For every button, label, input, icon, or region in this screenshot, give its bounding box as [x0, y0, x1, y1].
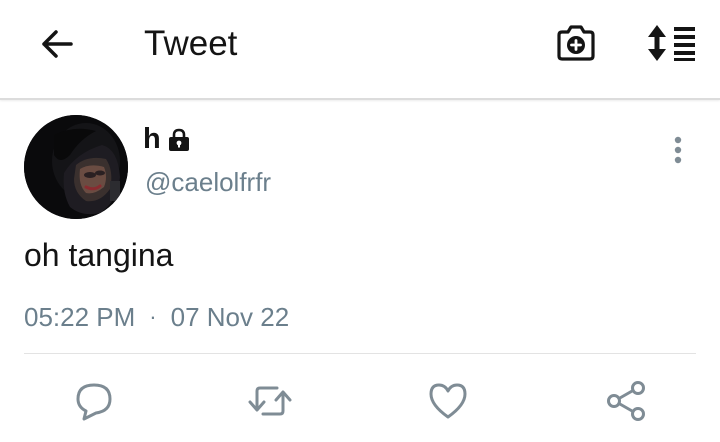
reply-button[interactable] [70, 378, 118, 424]
vertical-ellipsis-icon [674, 136, 682, 164]
retweet-button[interactable] [246, 378, 294, 424]
heart-icon [429, 383, 467, 419]
avatar[interactable] [24, 115, 128, 219]
page-title: Tweet [144, 24, 238, 63]
more-options-button[interactable] [662, 132, 694, 168]
share-button[interactable] [602, 378, 650, 424]
share-icon [607, 381, 645, 421]
lock-icon [167, 128, 191, 152]
divider [24, 353, 696, 354]
back-button[interactable] [32, 24, 80, 64]
sort-list-icon [648, 25, 695, 61]
display-name[interactable]: h [143, 122, 191, 156]
like-button[interactable] [424, 378, 472, 424]
retweet-icon [248, 386, 292, 416]
tweet-date: 07 Nov 22 [170, 302, 290, 332]
screenshot-camera-button[interactable] [550, 20, 602, 66]
profile-photo [24, 115, 128, 219]
arrow-left-icon [42, 30, 73, 58]
tweet-detail-screen: Tweet h @caelolfrfr oh tangina 05:22 PM … [0, 0, 720, 442]
sort-options-button[interactable] [644, 20, 700, 66]
tweet-time: 05:22 PM [24, 302, 136, 332]
tweet-timestamp: 05:22 PM · 07 Nov 22 [24, 300, 289, 334]
reply-bubble-icon [76, 383, 112, 421]
tweet-text: oh tangina [24, 237, 174, 273]
top-app-bar: Tweet [0, 0, 720, 100]
camera-plus-icon [557, 25, 595, 61]
display-name-text: h [143, 123, 161, 155]
meta-separator: · [149, 304, 157, 329]
user-handle[interactable]: @caelolfrfr [145, 166, 271, 198]
